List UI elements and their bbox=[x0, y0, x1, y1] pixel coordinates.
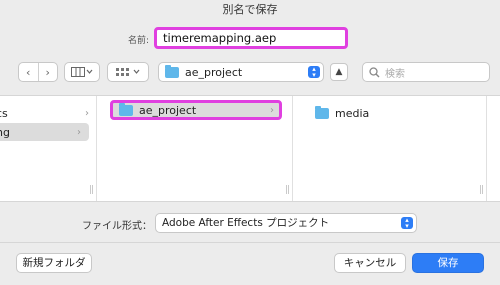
updown-chevron-icon: ▴ ▾ bbox=[308, 66, 320, 79]
search-icon bbox=[369, 66, 380, 77]
location-popup[interactable]: ae_project ▴ ▾ bbox=[158, 62, 324, 82]
view-mode-button[interactable] bbox=[64, 62, 100, 82]
folder-label: media bbox=[335, 106, 370, 120]
column-resize-handle[interactable]: || bbox=[479, 185, 484, 195]
chevron-right-icon: › bbox=[270, 104, 274, 116]
chevron-up-icon: ▲ bbox=[335, 67, 343, 77]
toolbar: ‹ › ae_project ▴ ▾ ▲ 検索 bbox=[0, 62, 500, 82]
column-resize-handle[interactable]: || bbox=[285, 185, 290, 195]
list-item[interactable]: cs › bbox=[0, 104, 97, 122]
group-button[interactable] bbox=[107, 62, 149, 82]
format-row: ファイル形式： Adobe After Effects プロジェクト ▴ ▾ bbox=[0, 213, 500, 233]
location-label: ae_project bbox=[185, 65, 243, 79]
window-title: 別名で保存 bbox=[222, 3, 278, 16]
folder-label: ae_project bbox=[139, 103, 197, 117]
list-item-label: ng bbox=[0, 125, 10, 139]
chevron-right-icon: › bbox=[85, 107, 89, 119]
search-field[interactable]: 検索 bbox=[362, 62, 490, 82]
name-row: 名前: timeremapping.aep bbox=[0, 27, 500, 51]
nav-buttons: ‹ › bbox=[18, 62, 58, 82]
save-button[interactable]: 保存 bbox=[412, 253, 484, 273]
format-label: ファイル形式： bbox=[82, 221, 152, 232]
browser-column-3: media || bbox=[293, 96, 487, 201]
file-format-select[interactable]: Adobe After Effects プロジェクト ▴ ▾ bbox=[155, 213, 417, 233]
cancel-button[interactable]: キャンセル bbox=[334, 253, 406, 273]
columns-view-icon bbox=[65, 63, 99, 81]
collapse-button[interactable]: ▲ bbox=[330, 63, 348, 81]
footer-divider bbox=[0, 242, 500, 243]
folder-row-media[interactable]: media bbox=[315, 104, 475, 122]
folder-icon bbox=[165, 64, 179, 78]
file-browser: cs › ng › || || ae_project › media || bbox=[0, 95, 500, 202]
column-resize-handle[interactable]: || bbox=[89, 185, 94, 195]
updown-chevron-icon: ▴ ▾ bbox=[401, 217, 413, 230]
format-value: Adobe After Effects プロジェクト bbox=[162, 217, 330, 229]
list-item-selected[interactable]: ng › bbox=[0, 123, 89, 141]
chevron-right-icon: › bbox=[77, 126, 81, 138]
browser-column-1: cs › ng › || bbox=[0, 96, 97, 201]
search-placeholder: 検索 bbox=[385, 68, 405, 80]
folder-icon bbox=[119, 102, 133, 116]
folder-icon bbox=[315, 105, 329, 119]
name-label: 名前: bbox=[128, 36, 150, 46]
grid-group-icon bbox=[108, 63, 148, 81]
new-folder-button[interactable]: 新規フォルダ bbox=[16, 253, 92, 273]
folder-row-ae-project[interactable]: ae_project › bbox=[110, 100, 282, 120]
filename-input[interactable]: timeremapping.aep bbox=[154, 27, 348, 49]
chevron-left-icon[interactable]: ‹ bbox=[19, 63, 38, 81]
list-item-label: cs bbox=[0, 106, 8, 120]
chevron-right-icon[interactable]: › bbox=[38, 63, 57, 81]
